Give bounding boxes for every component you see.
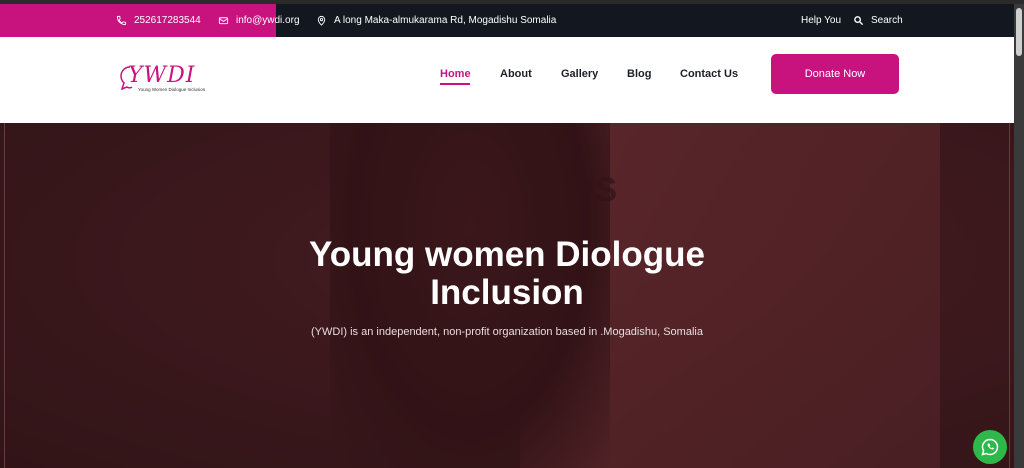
main-navigation: YWDI Young Women Diologue Inclusion Home…: [0, 37, 1014, 123]
donate-now-button[interactable]: Donate Now: [771, 54, 899, 94]
top-info-bar: 252617283544 info@ywdi.org A long Maka-a…: [0, 4, 1014, 37]
nav-contact-us[interactable]: Contact Us: [680, 68, 738, 80]
nav-active-underline: [440, 83, 470, 85]
help-text: Help You: [801, 15, 842, 26]
whatsapp-button[interactable]: [973, 430, 1007, 464]
site-logo[interactable]: YWDI Young Women Diologue Inclusion: [118, 63, 206, 99]
page-scrollbar[interactable]: [1014, 4, 1024, 468]
search-text: Search: [871, 15, 903, 26]
hero-title-line2: Inclusion: [430, 273, 584, 312]
address-item: A long Maka-almukarama Rd, Mogadishu Som…: [316, 4, 556, 37]
whatsapp-icon: [981, 438, 999, 456]
email-text: info@ywdi.org: [236, 15, 300, 26]
nav-gallery[interactable]: Gallery: [561, 68, 598, 80]
search-link[interactable]: Search: [853, 4, 903, 37]
hero-title: Young women Diologue Inclusion: [0, 236, 1014, 312]
phone-link[interactable]: 252617283544: [116, 4, 201, 37]
email-link[interactable]: info@ywdi.org: [218, 4, 300, 37]
address-text: A long Maka-almukarama Rd, Mogadishu Som…: [334, 15, 557, 26]
hero-section: US Young women Diologue Inclusion (YWDI)…: [0, 123, 1014, 468]
phone-text: 252617283544: [134, 15, 201, 26]
search-icon: [854, 16, 864, 26]
hero-title-line1: Young women Diologue: [309, 235, 705, 274]
nav-about[interactable]: About: [500, 68, 532, 80]
logo-subtitle: Young Women Diologue Inclusion: [138, 87, 206, 92]
hero-subtitle: (YWDI) is an independent, non-profit org…: [311, 326, 703, 338]
logo-wordmark: YWDI: [128, 63, 196, 88]
nav-home[interactable]: Home: [440, 68, 471, 80]
help-link[interactable]: Help You: [801, 4, 841, 37]
nav-blog[interactable]: Blog: [627, 68, 651, 80]
location-icon: [317, 15, 326, 26]
scrollbar-thumb[interactable]: [1016, 8, 1022, 56]
phone-icon: [116, 15, 127, 26]
email-icon: [218, 17, 229, 25]
